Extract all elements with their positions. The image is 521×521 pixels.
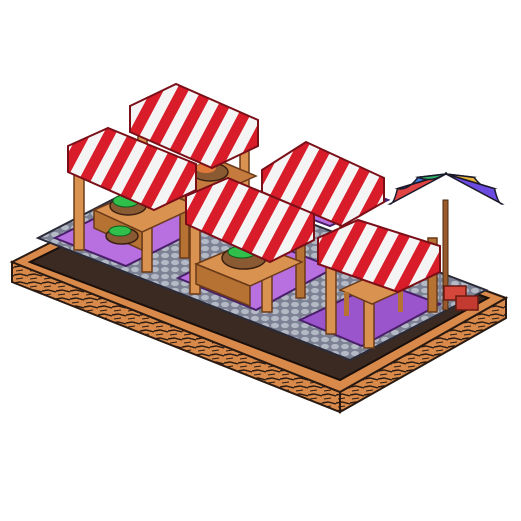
crate — [455, 295, 479, 311]
produce-pile — [108, 225, 132, 237]
umbrella-canopy — [387, 171, 505, 205]
table-leg — [344, 292, 349, 316]
table-leg — [398, 290, 403, 312]
umbrella-segment — [415, 171, 447, 181]
market-sprite-scene — [0, 0, 521, 521]
market-sprite — [9, 82, 509, 414]
